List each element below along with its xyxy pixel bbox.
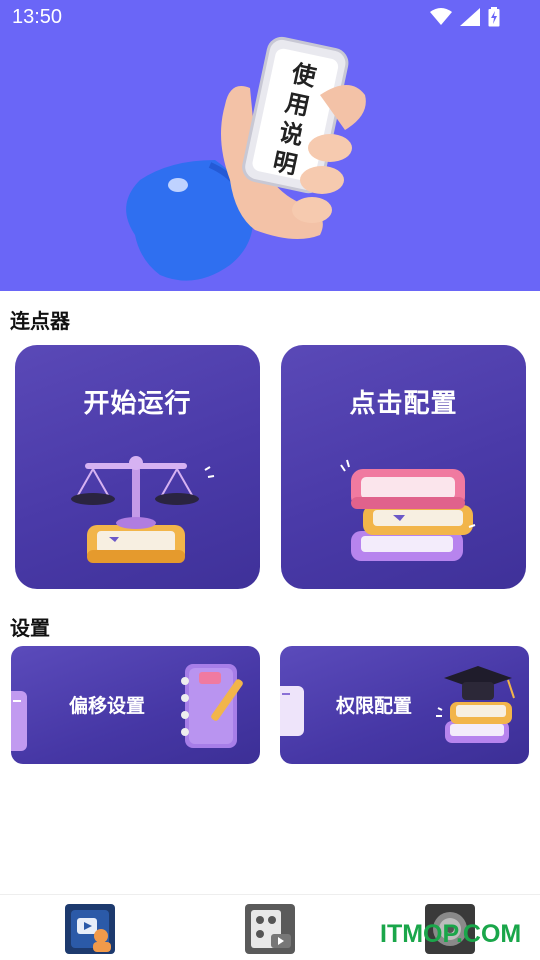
hand-phone-illustration: 使 用 说 明 [126,36,366,281]
permission-config-card[interactable]: 权限配置 [280,646,529,764]
start-run-title: 开始运行 [83,389,192,419]
contacts-video-icon [245,904,295,954]
book-partial-icon [280,686,304,736]
notebook-pencil-icon [181,664,243,748]
status-icons [430,7,500,27]
nav-video-person-icon[interactable] [65,904,115,954]
permission-config-title: 权限配置 [336,695,413,717]
book-stack-icon [340,459,476,561]
hero-banner[interactable]: 13:50 使 用 说 明 [0,0,540,291]
video-person-icon [65,904,115,954]
section-title-clicker: 连点器 [10,309,70,333]
click-config-title: 点击配置 [349,389,458,419]
wifi-icon [430,8,452,25]
offset-settings-title: 偏移设置 [69,695,146,717]
scale-book-icon [71,456,215,563]
nav-contacts-video-icon[interactable] [245,904,295,954]
click-config-card[interactable]: 点击配置 [281,345,526,589]
section-title-settings: 设置 [10,616,50,640]
graduation-books-icon [436,666,515,743]
notebook-partial-icon [11,691,27,751]
battery-charging-icon [488,7,500,27]
start-run-card[interactable]: 开始运行 [15,345,260,589]
offset-settings-card[interactable]: 偏移设置 [11,646,260,764]
signal-icon [460,8,480,26]
watermark-text: ITMOP.COM [380,920,522,948]
status-time: 13:50 [12,6,63,28]
